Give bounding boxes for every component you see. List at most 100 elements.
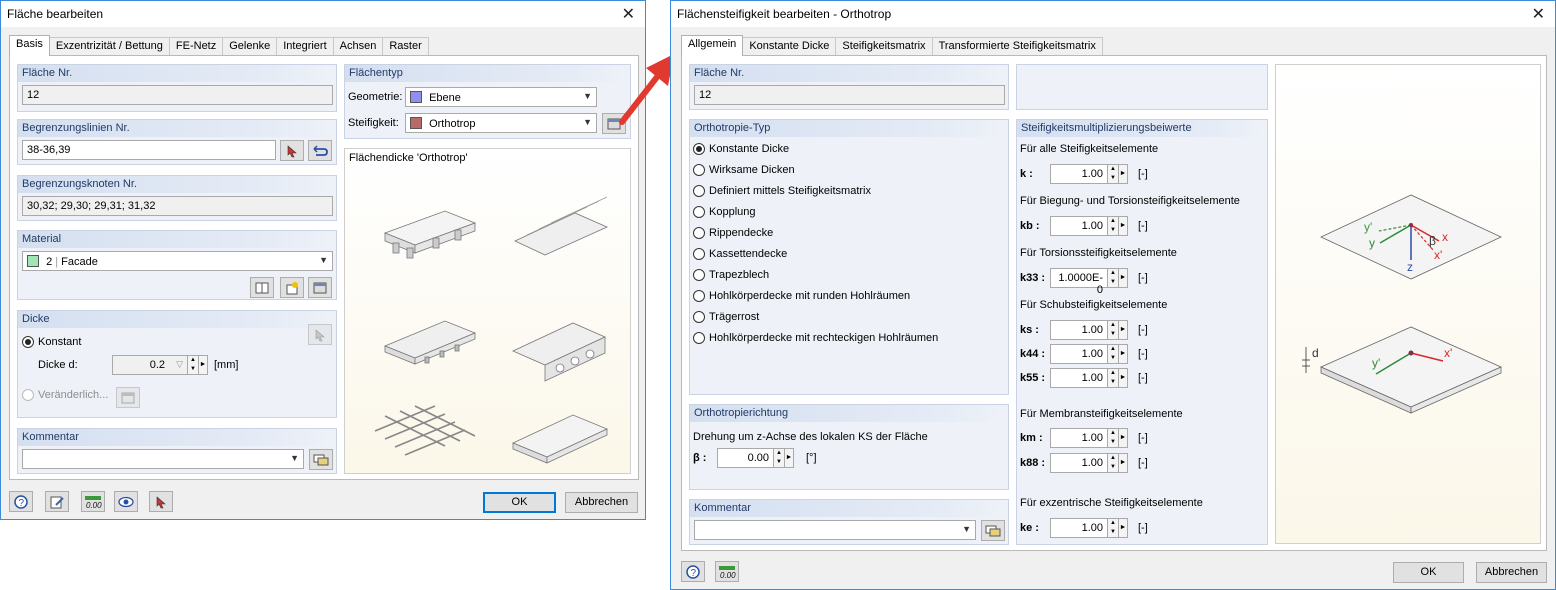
begrenzungsknoten-field[interactable]: 30,32; 29,30; 29,31; 31,32 xyxy=(22,196,333,216)
radio-ortho-option[interactable]: Konstante Dicke xyxy=(693,143,789,155)
spin-right-icon[interactable]: ► xyxy=(1119,518,1128,538)
spin-updown-icon[interactable]: ▲ ▼ xyxy=(1108,518,1119,538)
coefficient-spinner-k33[interactable]: 1.0000E-0 ▲ ▼ ► xyxy=(1050,268,1128,296)
spin-right-icon[interactable]: ► xyxy=(1119,216,1128,236)
tab-steifigkeitsmatrix[interactable]: Steifigkeitsmatrix xyxy=(835,37,933,55)
close-icon[interactable]: ✕ xyxy=(622,4,635,24)
geometrie-select[interactable]: Ebene ▼ xyxy=(405,87,597,107)
coefficient-spinner-km[interactable]: 1.00 ▲ ▼ ► xyxy=(1050,428,1128,448)
pick-lines-button[interactable] xyxy=(280,140,304,161)
tab-achsen[interactable]: Achsen xyxy=(332,37,384,55)
tab-konstante-dicke[interactable]: Konstante Dicke xyxy=(742,37,837,55)
coefficient-value-ks[interactable]: 1.00 xyxy=(1050,320,1108,340)
spin-right-icon[interactable]: ► xyxy=(1119,344,1128,364)
cancel-button[interactable]: Abbrechen xyxy=(565,492,638,513)
coefficient-spinner-k55[interactable]: 1.00 ▲ ▼ ► xyxy=(1050,368,1128,388)
spin-updown-icon[interactable]: ▲ ▼ xyxy=(1108,320,1119,340)
tab-transformierte-matrix[interactable]: Transformierte Steifigkeitsmatrix xyxy=(931,37,1103,55)
flaeche-nr-field[interactable]: 12 xyxy=(22,85,333,105)
coefficient-value-km[interactable]: 1.00 xyxy=(1050,428,1108,448)
hollow-core-slab-icon xyxy=(383,320,477,365)
spin-right-icon[interactable]: ► xyxy=(1119,428,1128,448)
coefficient-value-k[interactable]: 1.00 xyxy=(1050,164,1108,184)
kommentar-input[interactable]: ▼ xyxy=(22,449,304,469)
coefficient-spinner-k88[interactable]: 1.00 ▲ ▼ ► xyxy=(1050,453,1128,473)
spin-updown-icon[interactable]: ▲ ▼ xyxy=(1108,344,1119,364)
coefficient-value-k55[interactable]: 1.00 xyxy=(1050,368,1108,388)
tab-basis[interactable]: Basis xyxy=(9,35,50,56)
tab-allgemein[interactable]: Allgemein xyxy=(681,35,744,56)
pick-button[interactable] xyxy=(149,491,173,512)
coefficient-value-k33[interactable]: 1.0000E-0 xyxy=(1050,268,1108,296)
kommentar-input[interactable]: ▼ xyxy=(694,520,976,540)
spin-right-icon[interactable]: ► xyxy=(785,448,794,468)
coefficient-value-k44[interactable]: 1.00 xyxy=(1050,344,1108,364)
radio-ortho-option[interactable]: Trapezblech xyxy=(693,269,769,281)
tab-integriert[interactable]: Integriert xyxy=(276,37,334,55)
steifigkeit-select[interactable]: Orthotrop ▼ xyxy=(405,113,597,133)
cancel-button[interactable]: Abbrechen xyxy=(1476,562,1547,583)
material-select[interactable]: 2 | Facade ▼ xyxy=(22,251,333,271)
radio-ortho-option[interactable]: Hohlkörperdecke mit runden Hohlräumen xyxy=(693,290,910,302)
dicke-input[interactable]: 0.2 ▽ xyxy=(112,355,188,375)
radio-ortho-option[interactable]: Kassettendecke xyxy=(693,248,787,260)
flaeche-nr-field[interactable]: 12 xyxy=(694,85,1005,105)
coefficient-value-k88[interactable]: 1.00 xyxy=(1050,453,1108,473)
radio-ortho-option[interactable]: Wirksame Dicken xyxy=(693,164,795,176)
begrenzungslinien-field[interactable]: 38-36,39 xyxy=(22,140,276,160)
ok-button[interactable]: OK xyxy=(1393,562,1464,583)
spin-right-icon[interactable]: ► xyxy=(1119,268,1128,288)
dicke-spinner[interactable]: ▲ ▼ ► xyxy=(188,355,208,375)
radio-ortho-option[interactable]: Rippendecke xyxy=(693,227,773,239)
coefficient-spinner-ks[interactable]: 1.00 ▲ ▼ ► xyxy=(1050,320,1128,340)
beta-value[interactable]: 0.00 xyxy=(717,448,774,468)
spin-right-icon[interactable]: ► xyxy=(1119,368,1128,388)
new-material-button[interactable] xyxy=(280,277,304,298)
beta-spinner[interactable]: 0.00 ▲ ▼ ► xyxy=(717,448,794,468)
coefficient-value-ke[interactable]: 1.00 xyxy=(1050,518,1108,538)
spin-right-icon[interactable]: ► xyxy=(199,355,208,375)
tab-fe-netz[interactable]: FE-Netz xyxy=(168,37,224,55)
edit-material-button[interactable] xyxy=(308,277,332,298)
spin-updown-icon[interactable]: ▲ ▼ xyxy=(1108,453,1119,473)
coefficient-spinner-k44[interactable]: 1.00 ▲ ▼ ► xyxy=(1050,344,1128,364)
spin-updown-icon[interactable]: ▲ ▼ xyxy=(1108,164,1119,184)
radio-ortho-option[interactable]: Kopplung xyxy=(693,206,756,218)
edit-text-button[interactable] xyxy=(45,491,69,512)
radio-konstant[interactable]: Konstant xyxy=(22,336,81,348)
units-button[interactable]: 0.00 xyxy=(715,561,739,582)
kommentar-library-button[interactable] xyxy=(981,520,1005,541)
spin-updown-icon[interactable]: ▲ ▼ xyxy=(1108,216,1119,236)
radio-veraenderlich[interactable]: Veränderlich... xyxy=(22,389,108,401)
ok-button[interactable]: OK xyxy=(483,492,556,513)
dicke-info-button[interactable] xyxy=(308,324,332,345)
kommentar-library-button[interactable] xyxy=(309,449,333,470)
tab-gelenke[interactable]: Gelenke xyxy=(222,37,278,55)
coefficient-spinner-kb[interactable]: 1.00 ▲ ▼ ► xyxy=(1050,216,1128,236)
view-button[interactable] xyxy=(114,491,138,512)
coefficient-spinner-ke[interactable]: 1.00 ▲ ▼ ► xyxy=(1050,518,1128,538)
spin-updown-icon[interactable]: ▲ ▼ xyxy=(1108,428,1119,448)
radio-ortho-option[interactable]: Hohlkörperdecke mit rechteckigen Hohlräu… xyxy=(693,332,938,344)
coefficient-unit: [-] xyxy=(1138,168,1148,180)
help-button[interactable]: ? xyxy=(9,491,33,512)
coefficient-value-kb[interactable]: 1.00 xyxy=(1050,216,1108,236)
spin-updown-icon[interactable]: ▲ ▼ xyxy=(774,448,785,468)
tab-exzentrizitaet[interactable]: Exzentrizität / Bettung xyxy=(48,37,170,55)
help-button[interactable]: ? xyxy=(681,561,705,582)
spin-right-icon[interactable]: ► xyxy=(1119,320,1128,340)
spin-updown-icon[interactable]: ▲ ▼ xyxy=(188,355,199,375)
close-icon[interactable]: ✕ xyxy=(1532,4,1545,24)
spin-right-icon[interactable]: ► xyxy=(1119,164,1128,184)
tab-raster[interactable]: Raster xyxy=(382,37,429,55)
coefficient-spinner-k[interactable]: 1.00 ▲ ▼ ► xyxy=(1050,164,1128,184)
radio-ortho-option[interactable]: Trägerrost xyxy=(693,311,759,323)
radio-ortho-option[interactable]: Definiert mittels Steifigkeitsmatrix xyxy=(693,185,871,197)
veraenderlich-edit-button[interactable] xyxy=(116,387,140,408)
spin-updown-icon[interactable]: ▲ ▼ xyxy=(1108,268,1119,288)
select-lines-button[interactable] xyxy=(308,140,332,161)
material-library-button[interactable] xyxy=(250,277,274,298)
units-button[interactable]: 0.00 xyxy=(81,491,105,512)
spin-right-icon[interactable]: ► xyxy=(1119,453,1128,473)
spin-updown-icon[interactable]: ▲ ▼ xyxy=(1108,368,1119,388)
